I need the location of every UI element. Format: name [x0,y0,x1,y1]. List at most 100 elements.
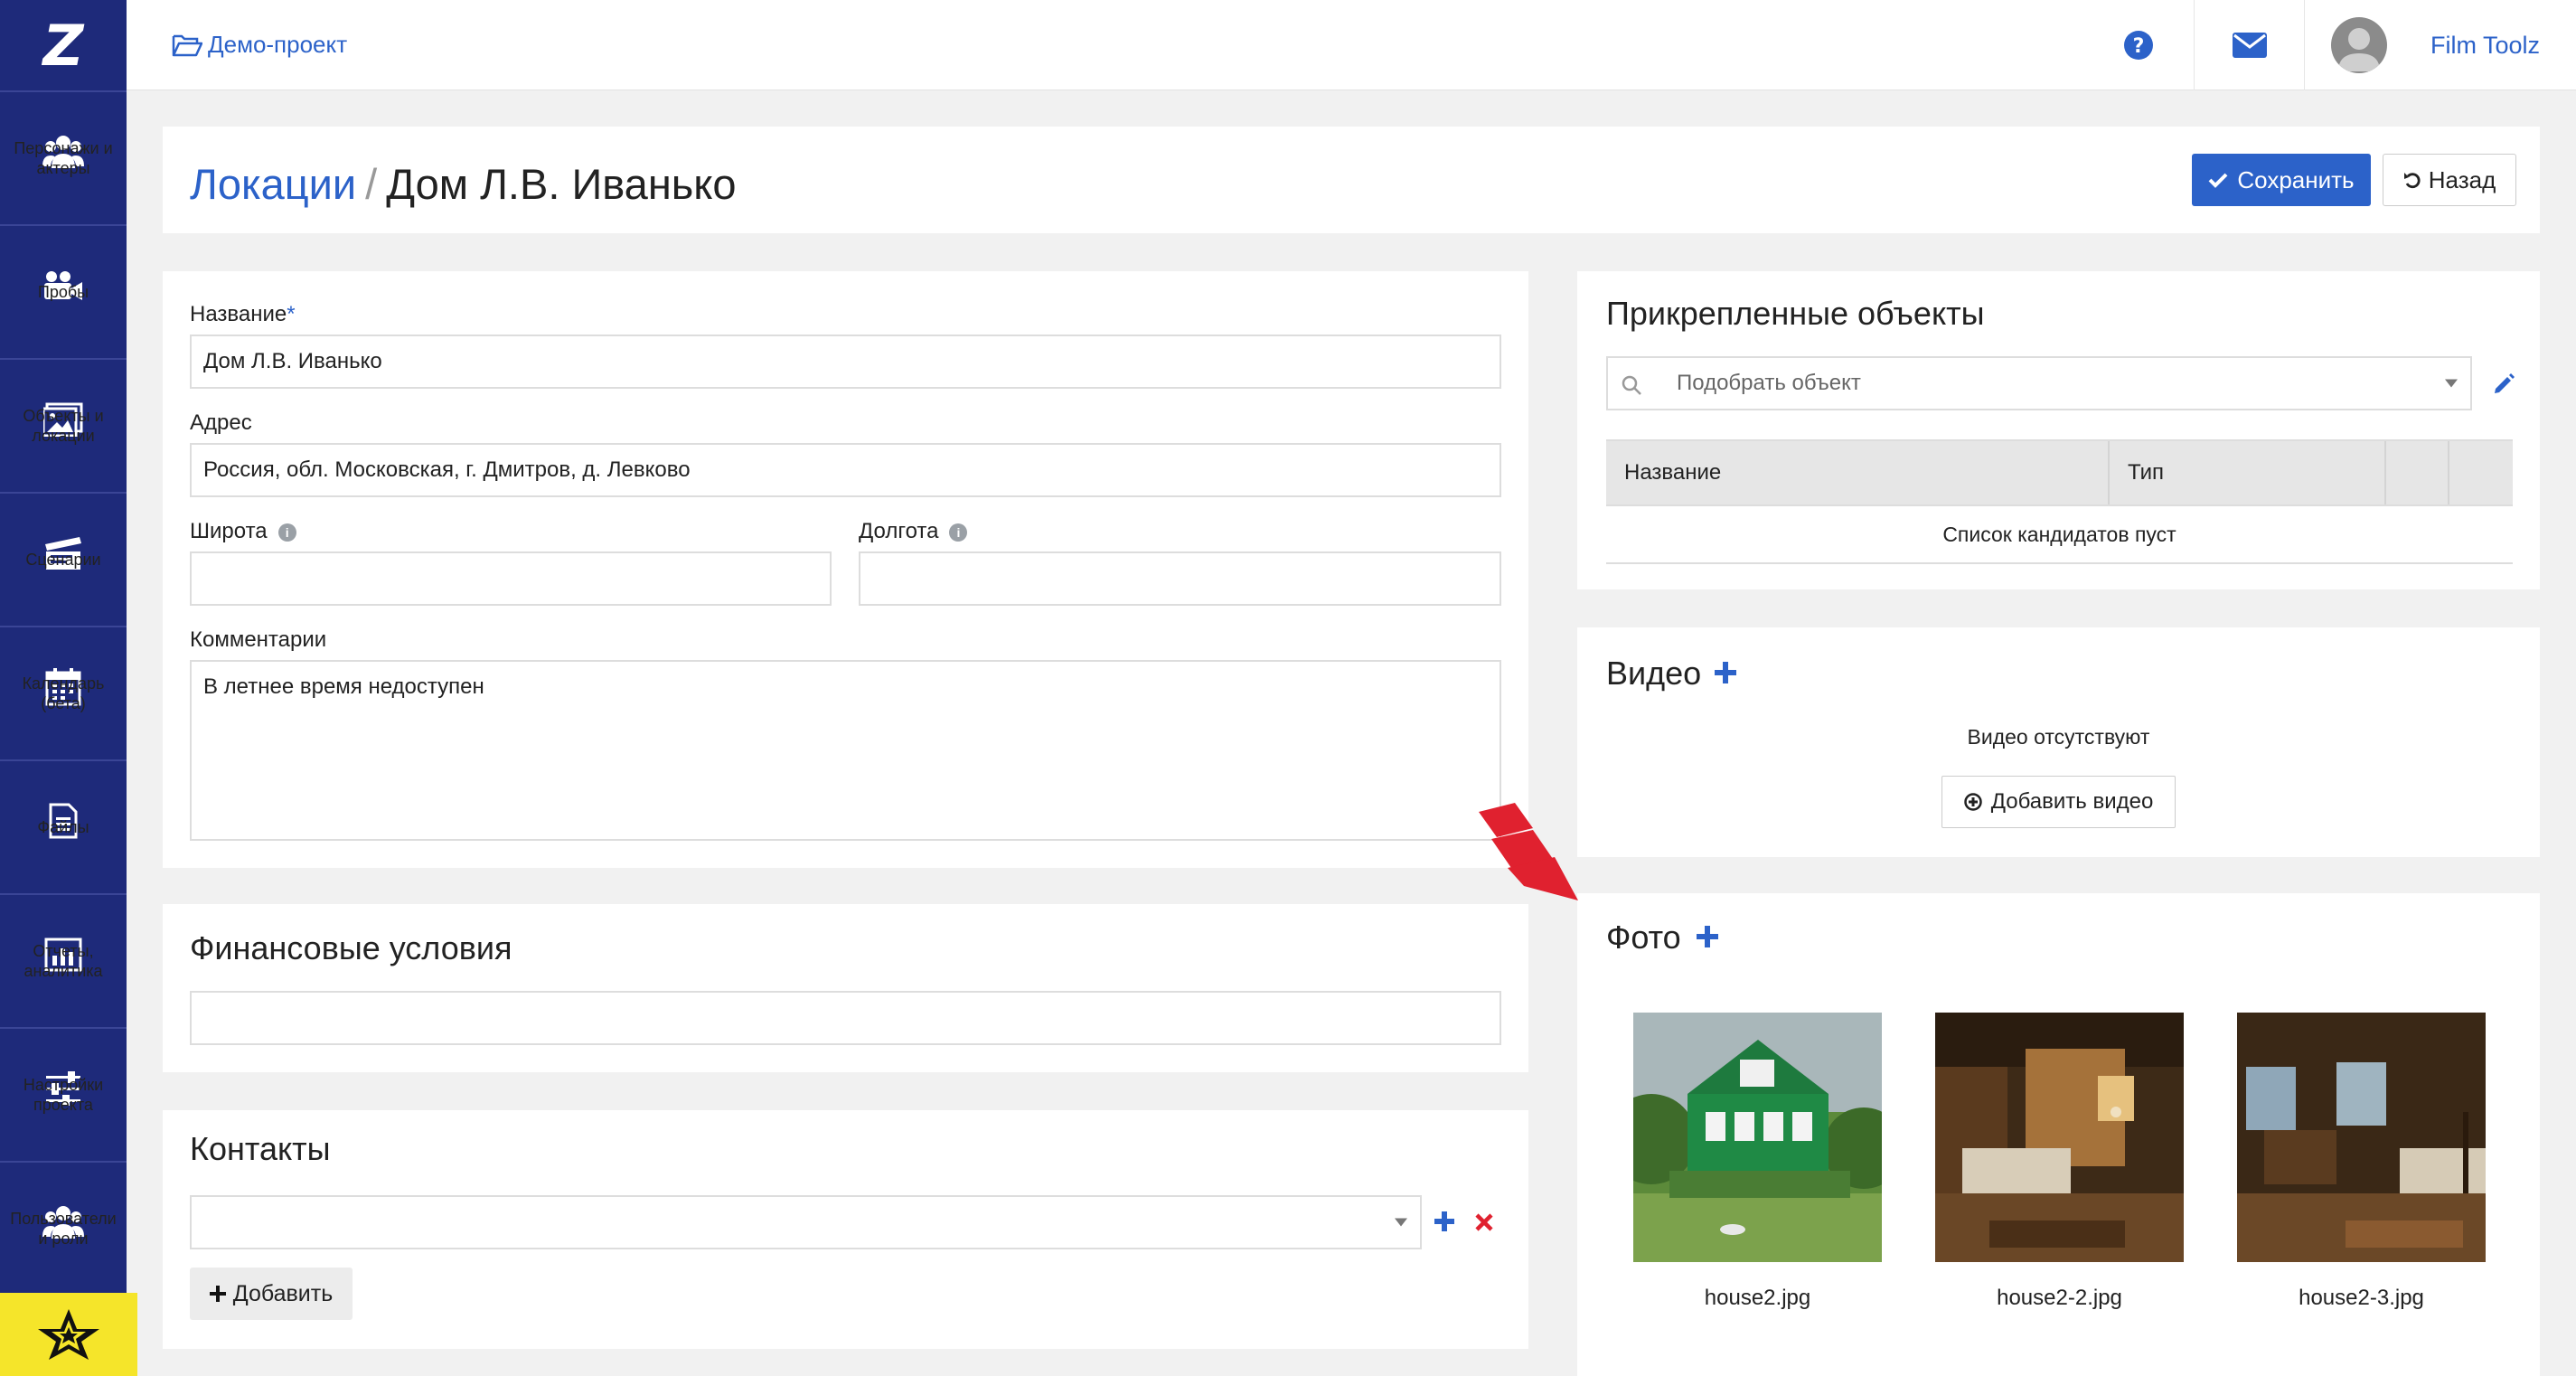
photo-thumbnail[interactable] [1633,1013,1882,1262]
column-header-type[interactable]: Тип [2110,441,2386,504]
sidebar-item-label: Объекты и локации [23,407,104,445]
latitude-label: Широта i [190,519,296,544]
info-icon[interactable]: i [949,523,968,542]
user-menu[interactable]: Film Toolz [2330,0,2540,90]
undo-icon [2403,173,2421,189]
photo-title: Фото [1606,919,1681,956]
logo-letter: Z [42,12,84,79]
add-video-button[interactable]: Добавить видео [1941,776,2176,828]
star-icon [38,1309,99,1360]
column-header-name[interactable]: Название [1606,441,2110,504]
photo-filename: house2-3.jpg [2299,1286,2424,1310]
sidebar-item-label: Пользователи и роли [10,1210,117,1248]
sidebar-item-label: Файлы [37,818,89,836]
address-field[interactable]: Россия, обл. Московская, г. Дмитров, д. … [190,443,1501,497]
folder-open-icon [172,34,202,56]
table-header: Название Тип [1606,439,2513,506]
breadcrumb-locations[interactable]: Локации [190,160,356,208]
chevron-arrows-icon [1479,803,1578,900]
app-logo[interactable]: Z [0,0,127,90]
contacts-section: Контакты Добавить [163,1110,1528,1349]
attached-objects-table: Название Тип Список кандидатов пуст [1606,439,2513,564]
sidebar-item-users-roles[interactable]: Пользователи и роли [0,1161,127,1295]
comments-textarea[interactable]: В летнее время недоступен [190,660,1501,841]
name-label: Название* [190,302,296,326]
save-button[interactable]: Сохранить [2192,154,2371,206]
svg-text:?: ? [2133,35,2145,58]
sidebar-item-scripts[interactable]: Сценарии [0,492,127,626]
user-name: Film Toolz [2430,31,2540,59]
pencil-icon[interactable] [2492,372,2515,396]
add-video-label: Добавить видео [1990,789,2154,814]
sidebar-item-label: Настройки проекта [23,1076,104,1114]
help-icon: ? [2124,31,2153,60]
contacts-title: Контакты [190,1130,331,1167]
info-icon[interactable]: i [277,523,296,542]
top-bar: Демо-проект ? Film Toolz [127,0,2576,90]
envelope-icon [2232,33,2267,58]
chevron-down-icon [1395,1218,1407,1227]
video-empty-text: Видео отсутствуют [1967,725,2150,749]
back-label: Назад [2428,165,2496,193]
photo-thumbnail[interactable] [2237,1013,2486,1262]
location-form: Название* Дом Л.В. Иванько Адрес Россия,… [163,271,1528,868]
sidebar-item-characters[interactable]: Персонажи и актеры [0,90,127,224]
breadcrumb-separator: / [365,160,378,208]
project-link[interactable]: Демо-проект [172,31,347,59]
favorites-star-button[interactable] [0,1293,137,1376]
sidebar: Z Персонажи и актеры Пробы Объекты и лок… [0,0,137,1376]
messages-button[interactable] [2194,0,2304,90]
project-name: Демо-проект [208,31,348,58]
name-field[interactable]: Дом Л.В. Иванько [190,335,1501,389]
chevron-down-icon [2445,379,2458,388]
sidebar-item-auditions[interactable]: Пробы [0,224,127,358]
plus-circle-icon [1963,793,1982,811]
sidebar-item-locations[interactable]: Объекты и локации [0,358,127,492]
add-contact-label: Добавить [232,1280,334,1306]
finance-title: Финансовые условия [190,929,512,966]
finance-field[interactable] [190,991,1501,1045]
latitude-field[interactable] [190,551,832,606]
photo-filename: house2-2.jpg [1997,1286,2122,1310]
help-button[interactable]: ? [2083,0,2194,90]
attached-title: Прикрепленные объекты [1606,295,1985,332]
finance-section: Финансовые условия [163,904,1528,1072]
sidebar-item-files[interactable]: Файлы [0,759,127,893]
sidebar-item-label: Сценарии [25,551,101,569]
sidebar-item-label: Календарь (бета) [22,674,105,712]
video-section: Видео Видео отсутствуют Добавить видео [1577,627,2540,857]
video-title: Видео [1606,655,1702,692]
required-mark: * [287,302,296,326]
sidebar-item-label: Пробы [37,283,89,301]
sidebar-item-reports[interactable]: Отчеты, аналитика [0,893,127,1027]
object-search-placeholder: Подобрать объект [1677,371,1861,395]
longitude-field[interactable] [859,551,1501,606]
location-title: Дом Л.В. Иванько [386,160,737,208]
contact-select[interactable] [190,1195,1422,1249]
address-label: Адрес [190,410,252,435]
back-button[interactable]: Назад [2383,154,2516,206]
check-icon [2208,173,2228,188]
page-title: Локации / Дом Л.В. Иванько [190,159,737,209]
add-contact-button[interactable]: Добавить [190,1268,353,1320]
add-photo-plus-icon[interactable] [1697,926,1718,947]
sidebar-item-label: Отчеты, аналитика [24,942,103,980]
page-header: Локации / Дом Л.В. Иванько Сохранить Назад [163,127,2540,233]
plus-icon[interactable] [1434,1211,1454,1231]
object-search-select[interactable]: Подобрать объект [1606,356,2472,410]
photo-thumbnail[interactable] [1935,1013,2184,1262]
delete-icon[interactable] [1475,1213,1493,1231]
longitude-label: Долгота i [859,519,968,544]
column-header-action [2386,441,2449,504]
save-label: Сохранить [2237,165,2355,193]
sidebar-item-calendar[interactable]: Календарь (бета) [0,626,127,759]
column-header-action [2449,441,2513,504]
plus-icon [209,1286,226,1302]
avatar [2330,17,2387,73]
comments-label: Комментарии [190,627,327,652]
attached-objects-section: Прикрепленные объекты Подобрать объект Н… [1577,271,2540,589]
add-video-plus-icon[interactable] [1715,662,1736,683]
sidebar-item-project-settings[interactable]: Настройки проекта [0,1027,127,1161]
search-icon [1622,375,1641,395]
table-empty-message: Список кандидатов пуст [1606,506,2513,564]
